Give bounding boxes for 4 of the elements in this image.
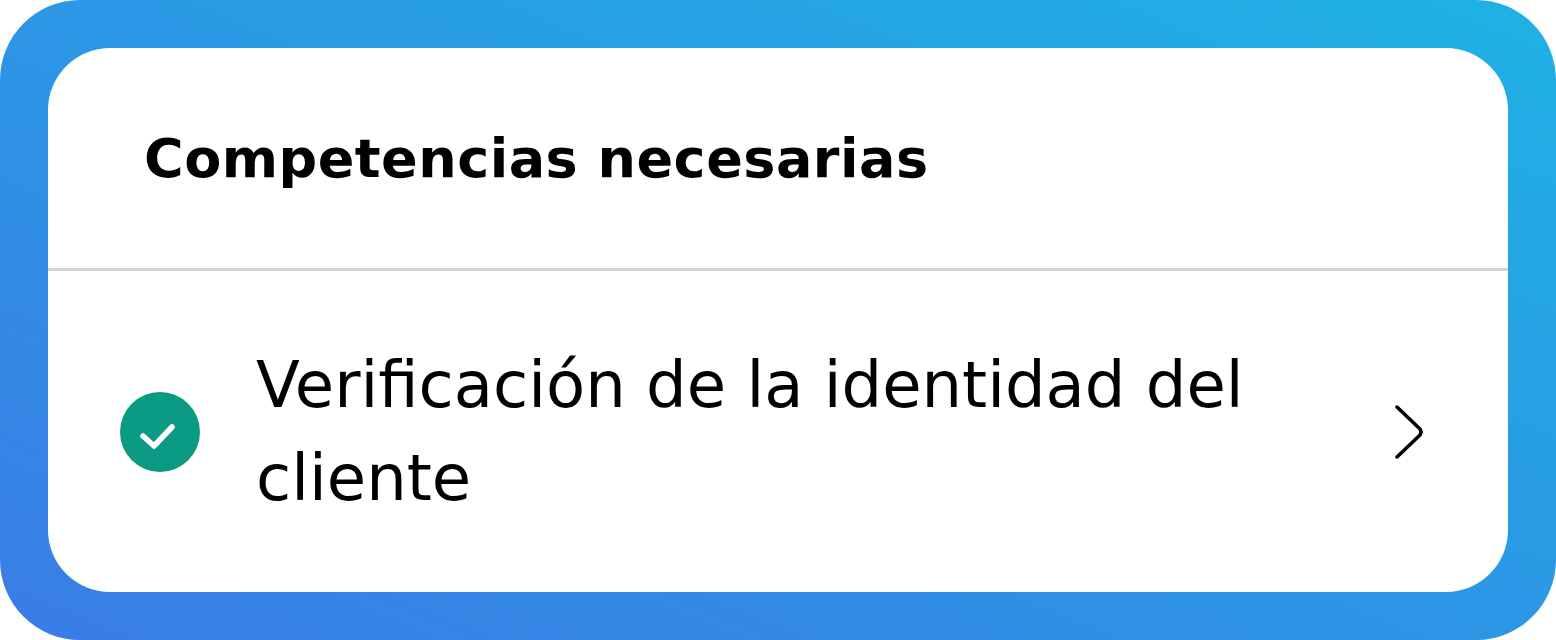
skill-label: Verificación de la identidad del cliente [256,346,1245,517]
chevron-right-icon [1394,403,1424,460]
skill-row[interactable]: Verificación de la identidad del cliente [48,271,1508,592]
card-title: Competencias necesarias [144,126,929,190]
